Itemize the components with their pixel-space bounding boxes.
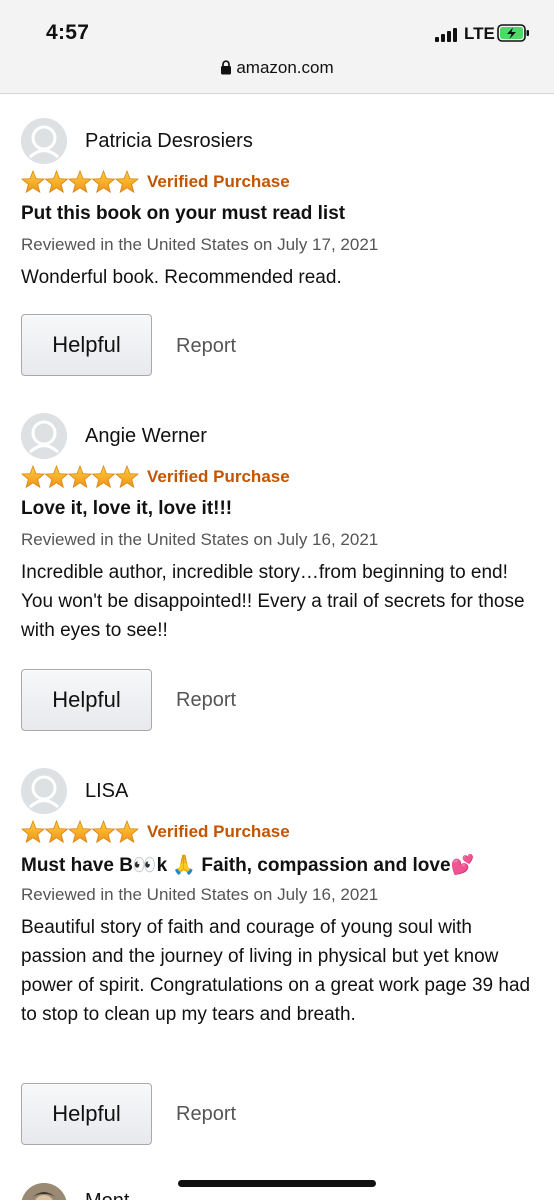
five-star-rating-icon — [21, 170, 139, 194]
review-title[interactable]: Love it, love it, love it!!! — [21, 498, 232, 520]
review-card: LISA Verified Purchase Must have B👀k 🙏 F… — [0, 768, 554, 1148]
avatar — [21, 118, 67, 164]
url-text: amazon.com — [236, 58, 334, 77]
reviewer-name: Angie Werner — [85, 425, 207, 447]
review-title[interactable]: Must have B👀k 🙏 Faith, compassion and lo… — [21, 853, 474, 877]
battery-charging-icon — [497, 24, 529, 42]
review-date: Reviewed in the United States on July 16… — [21, 885, 379, 904]
review-card: Patricia Desrosiers Verified Purchase Pu… — [0, 118, 554, 383]
reviewer-name: LISA — [85, 780, 129, 802]
default-avatar-icon — [21, 118, 67, 164]
report-link[interactable]: Report — [176, 1103, 236, 1126]
review-date: Reviewed in the United States on July 17… — [21, 235, 379, 254]
lock-icon — [221, 60, 232, 75]
review-body: Incredible author, incredible story…from… — [21, 562, 525, 641]
default-avatar-icon — [21, 413, 67, 459]
next-reviewer-name: Mont — [85, 1190, 129, 1200]
status-time: 4:57 — [46, 21, 90, 44]
helpful-button[interactable]: Helpful — [21, 314, 152, 376]
review-body: Beautiful story of faith and courage of … — [21, 917, 531, 1025]
next-reviewer-avatar[interactable] — [21, 1183, 67, 1200]
avatar — [21, 768, 67, 814]
address-bar[interactable]: amazon.com — [0, 58, 554, 78]
avatar — [21, 413, 67, 459]
review-body: Wonderful book. Recommended read. — [21, 267, 342, 288]
verified-purchase-badge: Verified Purchase — [147, 172, 290, 191]
report-link[interactable]: Report — [176, 335, 236, 358]
reviewer-name: Patricia Desrosiers — [85, 130, 253, 152]
verified-purchase-badge: Verified Purchase — [147, 467, 290, 486]
review-date: Reviewed in the United States on July 16… — [21, 530, 379, 549]
browser-status-bar: 4:57 LTE amazon.com — [0, 0, 554, 94]
network-type: LTE — [464, 24, 495, 43]
profile-photo-icon — [21, 1183, 67, 1200]
helpful-button[interactable]: Helpful — [21, 669, 152, 731]
verified-purchase-badge: Verified Purchase — [147, 822, 290, 841]
five-star-rating-icon — [21, 465, 139, 489]
home-indicator[interactable] — [178, 1180, 376, 1187]
helpful-button[interactable]: Helpful — [21, 1083, 152, 1145]
review-card: Angie Werner Verified Purchase Love it, … — [0, 413, 554, 733]
five-star-rating-icon — [21, 820, 139, 844]
review-title[interactable]: Put this book on your must read list — [21, 203, 345, 225]
report-link[interactable]: Report — [176, 689, 236, 712]
default-avatar-icon — [21, 768, 67, 814]
cellular-signal-icon — [435, 28, 457, 42]
